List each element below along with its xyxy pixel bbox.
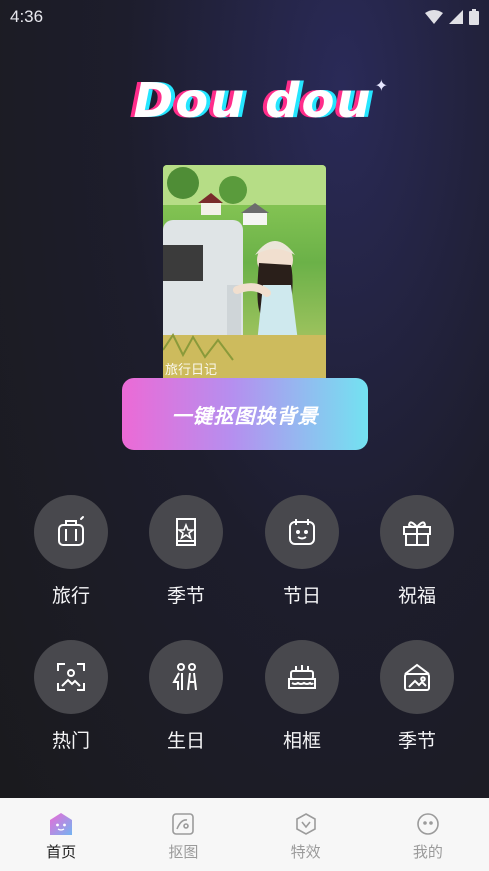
category-label: 生日 [166,730,205,752]
category-circle [265,495,339,569]
category-popular[interactable]: 热门 [21,640,121,753]
sample-photo: 旅行日记 [163,165,326,382]
category-label: 季节 [397,730,436,752]
people-icon [172,663,197,691]
nav-tab-home[interactable]: 首页 [0,798,122,871]
category-label: 热门 [51,730,90,752]
category-label: 季节 [166,585,205,607]
nav-tab-cutout[interactable]: 抠图 [122,798,244,871]
scan-image-icon [57,663,85,691]
calendar-face-icon [289,519,315,545]
nav-tab-profile[interactable]: 我的 [367,798,489,871]
category-label: 祝福 [397,585,436,607]
book-star-icon [176,518,196,546]
nav-tab-effects[interactable]: 特效 [245,798,367,871]
cutout-icon [172,813,195,835]
gift-icon [403,521,431,546]
category-travel[interactable]: 旅行 [21,495,121,608]
category-circle [149,640,223,714]
status-bar: 4:36 [0,0,489,34]
logo-text: Dou dou [133,73,373,129]
category-season[interactable]: 季节 [136,495,236,608]
signal-icon [449,10,463,24]
status-time: 4:36 [10,7,44,26]
effects-icon [295,813,316,835]
nav-label: 特效 [290,843,321,861]
category-festival[interactable]: 节日 [252,495,352,608]
wifi-icon [425,10,443,24]
nav-label: 抠图 [168,843,199,861]
category-label: 节日 [282,585,321,607]
sample-photo-illustration [163,165,326,382]
frame-landscape-icon [404,663,430,691]
profile-icon [417,813,439,835]
category-circle [380,495,454,569]
nav-label: 我的 [412,843,443,861]
category-circle [265,640,339,714]
category-blessing[interactable]: 祝福 [367,495,467,608]
category-season-2[interactable]: 季节 [367,640,467,753]
category-label: 相框 [282,730,321,752]
sparkle-icon: ✦ [374,76,388,95]
cutout-change-background-button[interactable]: 一键抠图换背景 [122,378,368,450]
category-circle [34,495,108,569]
category-circle [34,640,108,714]
category-birthday[interactable]: 生日 [136,640,236,753]
category-frame[interactable]: 相框 [252,640,352,753]
category-label: 旅行 [51,585,90,607]
category-circle [380,640,454,714]
app-logo: Dou dou ✦ [118,70,388,132]
nav-label: 首页 [46,843,77,861]
photo-caption: 旅行日记 [165,363,218,378]
bottom-nav: 首页 抠图 特效 我的 [0,798,489,871]
home-icon [50,813,73,835]
battery-icon [469,9,479,25]
suitcase-icon [58,516,84,546]
cake-icon [288,665,316,689]
cta-label: 一键抠图换背景 [171,405,319,428]
category-circle [149,495,223,569]
status-icons [425,9,479,25]
